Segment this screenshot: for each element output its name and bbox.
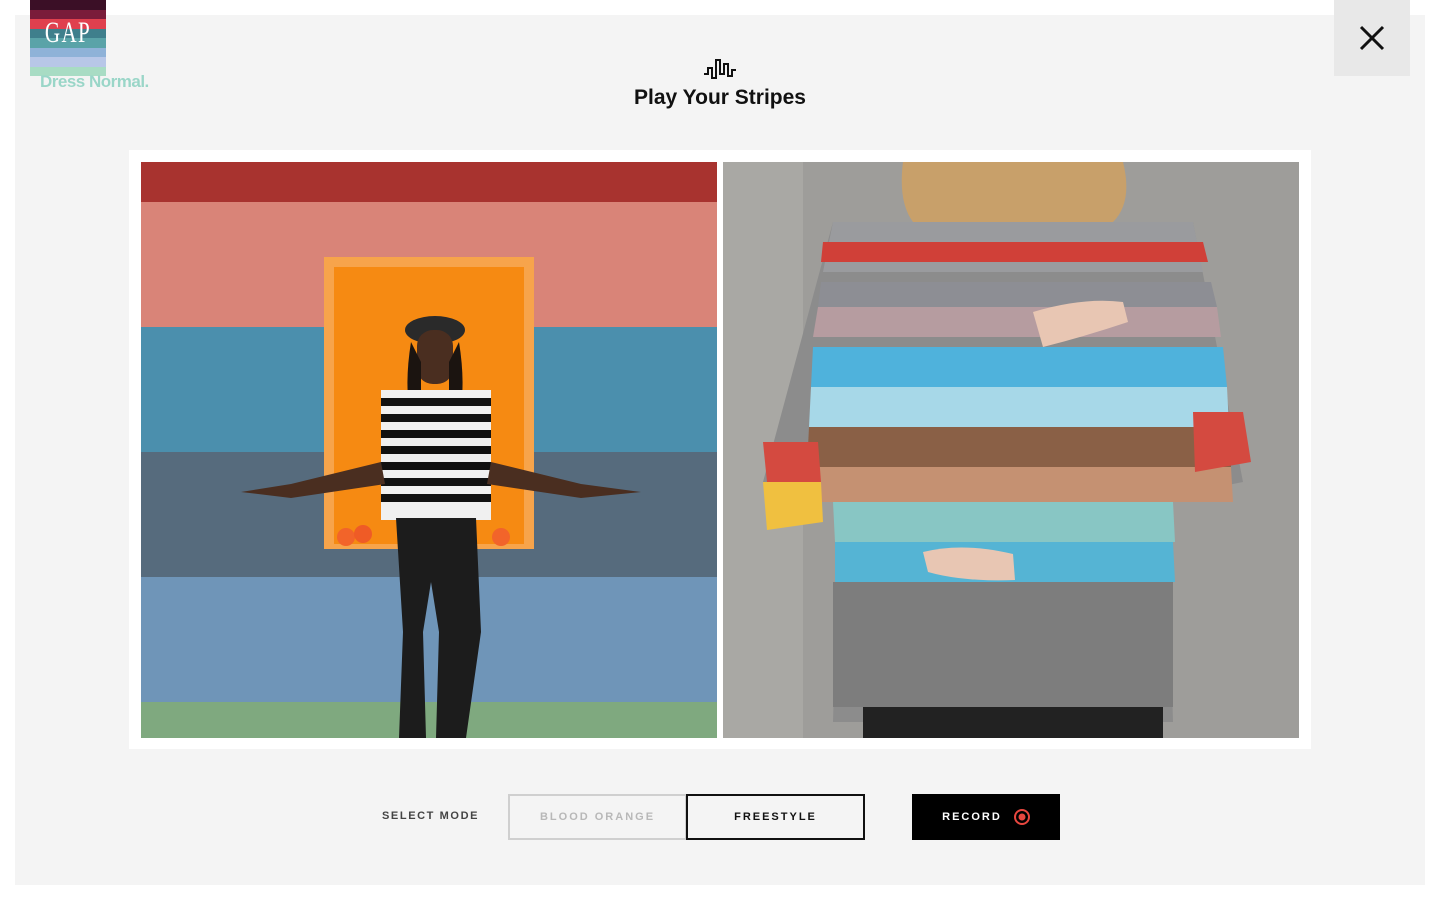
record-icon (1013, 809, 1030, 825)
webcam-pane (723, 162, 1299, 738)
brand-tagline: Dress Normal. (40, 72, 149, 91)
record-button[interactable]: RECORD (912, 794, 1060, 840)
soundwave-icon (704, 59, 736, 79)
select-mode-label: SELECT MODE (382, 810, 480, 822)
page-title: Play Your Stripes (634, 86, 806, 109)
mode-blood-orange-button[interactable]: BLOOD ORANGE (508, 794, 687, 840)
mode-controls: SELECT MODE BLOOD ORANGE FREESTYLE RECOR… (0, 794, 1440, 840)
mode-freestyle-button[interactable]: FREESTYLE (686, 794, 865, 840)
dancer-video-pane (141, 162, 717, 738)
close-icon (1359, 25, 1385, 51)
logo-text: GAP (44, 16, 92, 49)
webcam-sweater-feed (723, 162, 1299, 738)
dancer-video (141, 162, 717, 738)
record-label: RECORD (942, 811, 1002, 823)
close-button[interactable] (1334, 0, 1410, 76)
gap-logo[interactable]: GAP Dress Normal. (30, 0, 170, 96)
video-stage (129, 150, 1311, 749)
page-header: Play Your Stripes (520, 56, 920, 110)
